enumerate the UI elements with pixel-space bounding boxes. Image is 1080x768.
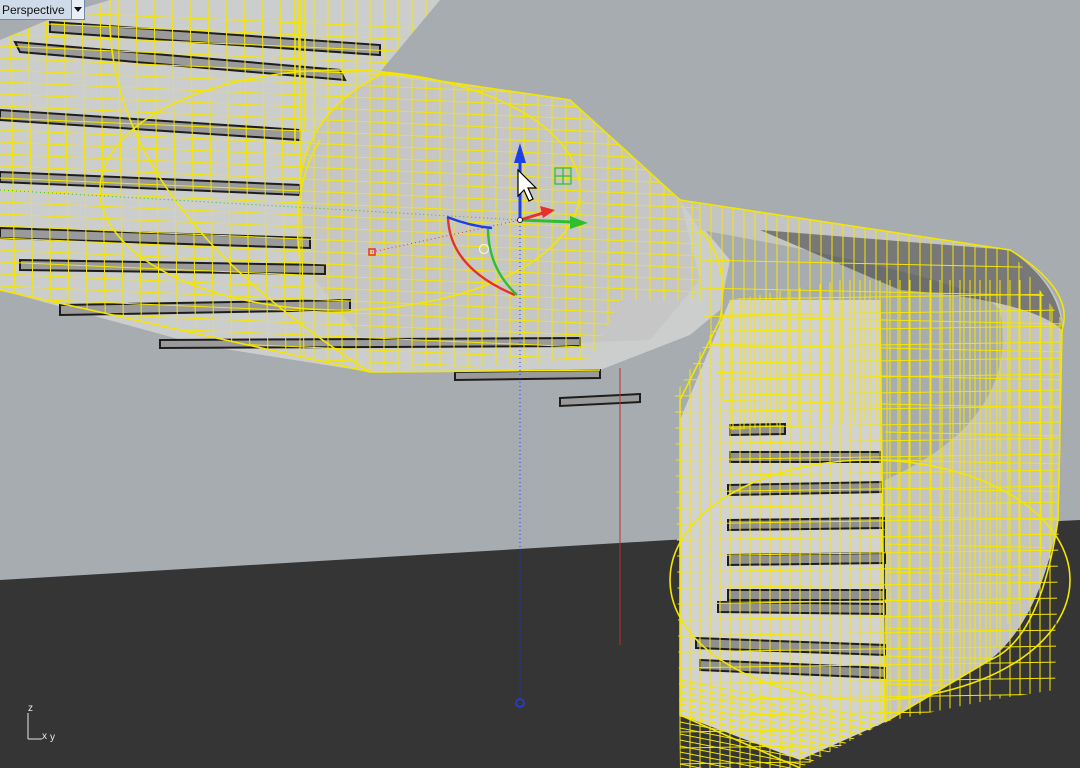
axis-label-x: x — [42, 731, 47, 742]
scene-canvas[interactable] — [0, 0, 1080, 768]
perspective-viewport[interactable]: Perspective z x y — [0, 0, 1080, 768]
viewport-menu-button[interactable] — [70, 0, 84, 19]
world-axes-icon: z x y — [22, 703, 62, 743]
viewport-title[interactable]: Perspective — [0, 0, 71, 19]
triangle-down-icon — [73, 6, 82, 12]
gumball-center[interactable] — [517, 217, 523, 223]
axis-label-y: y — [50, 732, 55, 743]
axis-label-z: z — [28, 703, 33, 714]
viewport-title-tab[interactable]: Perspective — [0, 0, 85, 20]
gumball-y-axis[interactable] — [519, 218, 573, 224]
